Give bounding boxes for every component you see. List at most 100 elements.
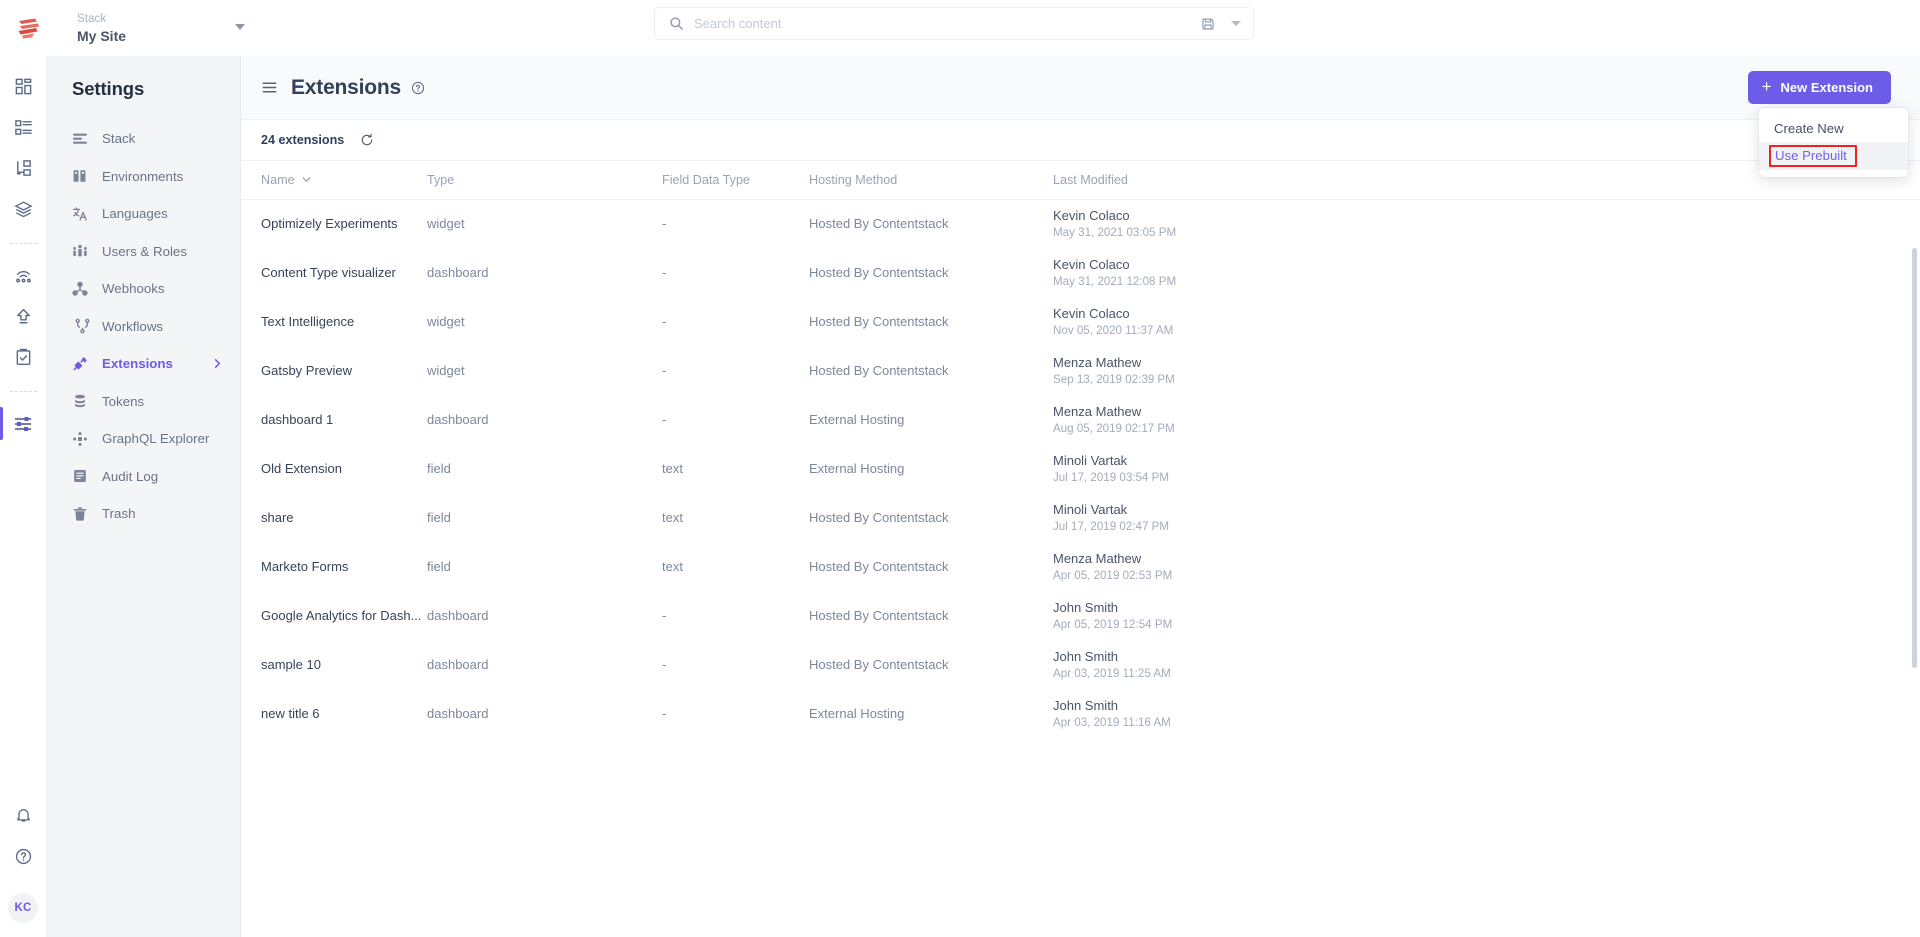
cell-hosting-method: Hosted By Contentstack xyxy=(809,314,949,329)
cell-type: dashboard xyxy=(427,412,489,427)
cell-field-data-type: text xyxy=(662,559,683,574)
cell-field-data-type: - xyxy=(662,363,667,378)
modified-by: John Smith xyxy=(1053,648,1119,664)
graphql-icon xyxy=(72,431,93,447)
refresh-icon[interactable] xyxy=(360,133,374,147)
cell-type: field xyxy=(427,461,451,476)
cell-name: Gatsby Preview xyxy=(261,363,353,378)
column-label: Field Data Type xyxy=(662,172,750,187)
sidebar-item-stack[interactable]: Stack xyxy=(47,120,240,158)
settings-sidebar: Settings Stack Environments Languages Us… xyxy=(47,56,241,937)
sidebar-item-label: Environments xyxy=(102,168,184,184)
top-bar: Stack My Site xyxy=(0,0,1920,56)
modified-at: Nov 05, 2020 11:37 AM xyxy=(1053,323,1174,337)
table-row[interactable]: Optimizely Experiments widget - Hosted By C… xyxy=(241,199,1920,248)
cell-field-data-type: text xyxy=(662,461,683,476)
modified-at: Jul 17, 2019 03:54 PM xyxy=(1053,470,1170,484)
table-row[interactable]: Gatsby Preview widget - Hosted By Contentst… xyxy=(241,346,1920,395)
extensions-icon xyxy=(72,356,93,372)
chevron-down-icon[interactable] xyxy=(1231,21,1241,26)
table-row[interactable]: sample 10 dashboard - Hosted By Contentstac… xyxy=(241,640,1920,689)
cell-field-data-type: text xyxy=(662,510,683,525)
sidebar-item-trash[interactable]: Trash xyxy=(47,495,240,533)
chevron-right-icon[interactable] xyxy=(212,358,223,369)
cell-field-data-type: - xyxy=(662,412,667,427)
sidebar-item-languages[interactable]: Languages xyxy=(47,195,240,233)
avatar[interactable]: KC xyxy=(8,893,38,923)
modified-by: Kevin Colaco xyxy=(1053,305,1130,321)
cell-last-modified: Kevin Colaco May 31, 2021 12:08 PM xyxy=(1053,248,1920,297)
sidebar-item-extensions[interactable]: Extensions xyxy=(47,345,240,383)
bell-icon[interactable] xyxy=(0,795,47,836)
dropdown-item-create-new[interactable]: Create New xyxy=(1759,114,1908,142)
cell-type: dashboard xyxy=(427,265,489,280)
cell-field-data-type: - xyxy=(662,265,667,280)
sidebar-item-users-roles[interactable]: Users & Roles xyxy=(47,233,240,271)
cell-name: Marketo Forms xyxy=(261,559,349,574)
logo-cell[interactable] xyxy=(0,0,57,56)
table-row[interactable]: Marketo Forms field text Hosted By Contents… xyxy=(241,542,1920,591)
sidebar-item-graphql-explorer[interactable]: GraphQL Explorer xyxy=(47,420,240,458)
sidebar-item-label: Stack xyxy=(102,131,136,147)
dashboard-icon[interactable] xyxy=(0,66,47,107)
page-title: Extensions xyxy=(291,75,402,99)
column-header-type[interactable]: Type xyxy=(427,161,662,200)
cell-hosting-method: External Hosting xyxy=(809,706,905,721)
cell-field-data-type: - xyxy=(662,314,667,329)
dropdown-item-use-prebuilt[interactable]: Use Prebuilt xyxy=(1759,142,1908,170)
search-box[interactable] xyxy=(654,7,1254,40)
sidebar-item-tokens[interactable]: Tokens xyxy=(47,383,240,421)
settings-icon[interactable] xyxy=(0,403,47,444)
modified-by: Menza Mathew xyxy=(1053,550,1142,566)
publish-queue-icon[interactable] xyxy=(0,296,47,337)
help-circle-icon[interactable] xyxy=(411,81,425,95)
table-head: Name Type Field Data Type Hosting Method… xyxy=(241,161,1920,200)
new-extension-button[interactable]: + New Extension xyxy=(1747,71,1891,104)
content-types-icon[interactable] xyxy=(0,148,47,189)
sidebar-item-workflows[interactable]: Workflows xyxy=(47,308,240,346)
cell-name: Content Type visualizer xyxy=(261,265,396,280)
assets-icon[interactable] xyxy=(0,189,47,230)
icon-rail: KC xyxy=(0,56,47,937)
table-row[interactable]: share field text Hosted By Contentstack Mino… xyxy=(241,493,1920,542)
chevron-down-icon[interactable] xyxy=(235,24,245,30)
cell-field-data-type: - xyxy=(662,608,667,623)
releases-icon[interactable] xyxy=(0,255,47,296)
save-icon[interactable] xyxy=(1201,17,1215,31)
modified-at: Apr 05, 2019 02:53 PM xyxy=(1053,568,1173,582)
table-row[interactable]: new title 6 dashboard - External Hosting Joh… xyxy=(241,689,1920,738)
cell-name: Optimizely Experiments xyxy=(261,216,398,232)
sidebar-item-webhooks[interactable]: Webhooks xyxy=(47,270,240,308)
entries-icon[interactable] xyxy=(0,107,47,148)
table-row[interactable]: Google Analytics for Dash... dashboard - Ho… xyxy=(241,591,1920,640)
modified-by: John Smith xyxy=(1053,599,1119,615)
table-row[interactable]: Text Intelligence widget - Hosted By Conten… xyxy=(241,297,1920,346)
search-input[interactable] xyxy=(694,16,1201,31)
modified-by: John Smith xyxy=(1053,697,1119,713)
cell-name: sample 10 xyxy=(261,657,321,672)
table-row[interactable]: dashboard 1 dashboard - External Hosting Men… xyxy=(241,395,1920,444)
chevron-down-icon[interactable] xyxy=(301,174,312,185)
vertical-scrollbar[interactable] xyxy=(1912,248,1917,668)
bulk-tasks-icon[interactable] xyxy=(0,337,47,378)
stack-selector[interactable]: Stack My Site xyxy=(57,0,287,56)
cell-hosting-method: Hosted By Contentstack xyxy=(809,559,949,574)
sidebar-item-audit-log[interactable]: Audit Log xyxy=(47,458,240,496)
sidebar-item-environments[interactable]: Environments xyxy=(47,158,240,196)
new-extension-dropdown: Create New Use Prebuilt xyxy=(1759,108,1908,177)
help-circle-icon[interactable] xyxy=(0,836,47,877)
cell-hosting-method: Hosted By Contentstack xyxy=(809,657,949,672)
modified-by: Kevin Colaco xyxy=(1053,256,1130,272)
table-row[interactable]: Content Type visualizer dashboard - Hosted … xyxy=(241,248,1920,297)
cell-last-modified: John Smith Apr 03, 2019 11:25 AM xyxy=(1053,640,1920,689)
sidebar-item-label: Audit Log xyxy=(102,468,159,484)
rail-divider xyxy=(9,243,37,244)
column-header-name[interactable]: Name xyxy=(241,161,427,200)
column-header-field-data-type[interactable]: Field Data Type xyxy=(662,161,809,200)
cell-last-modified: Minoli Vartak Jul 17, 2019 02:47 PM xyxy=(1053,493,1920,542)
column-header-hosting-method[interactable]: Hosting Method xyxy=(809,161,1053,200)
hamburger-icon[interactable] xyxy=(261,79,278,96)
cell-type: widget xyxy=(427,363,465,378)
table-row[interactable]: Old Extension field text External Hosting Mi… xyxy=(241,444,1920,493)
cell-hosting-method: External Hosting xyxy=(809,412,905,427)
